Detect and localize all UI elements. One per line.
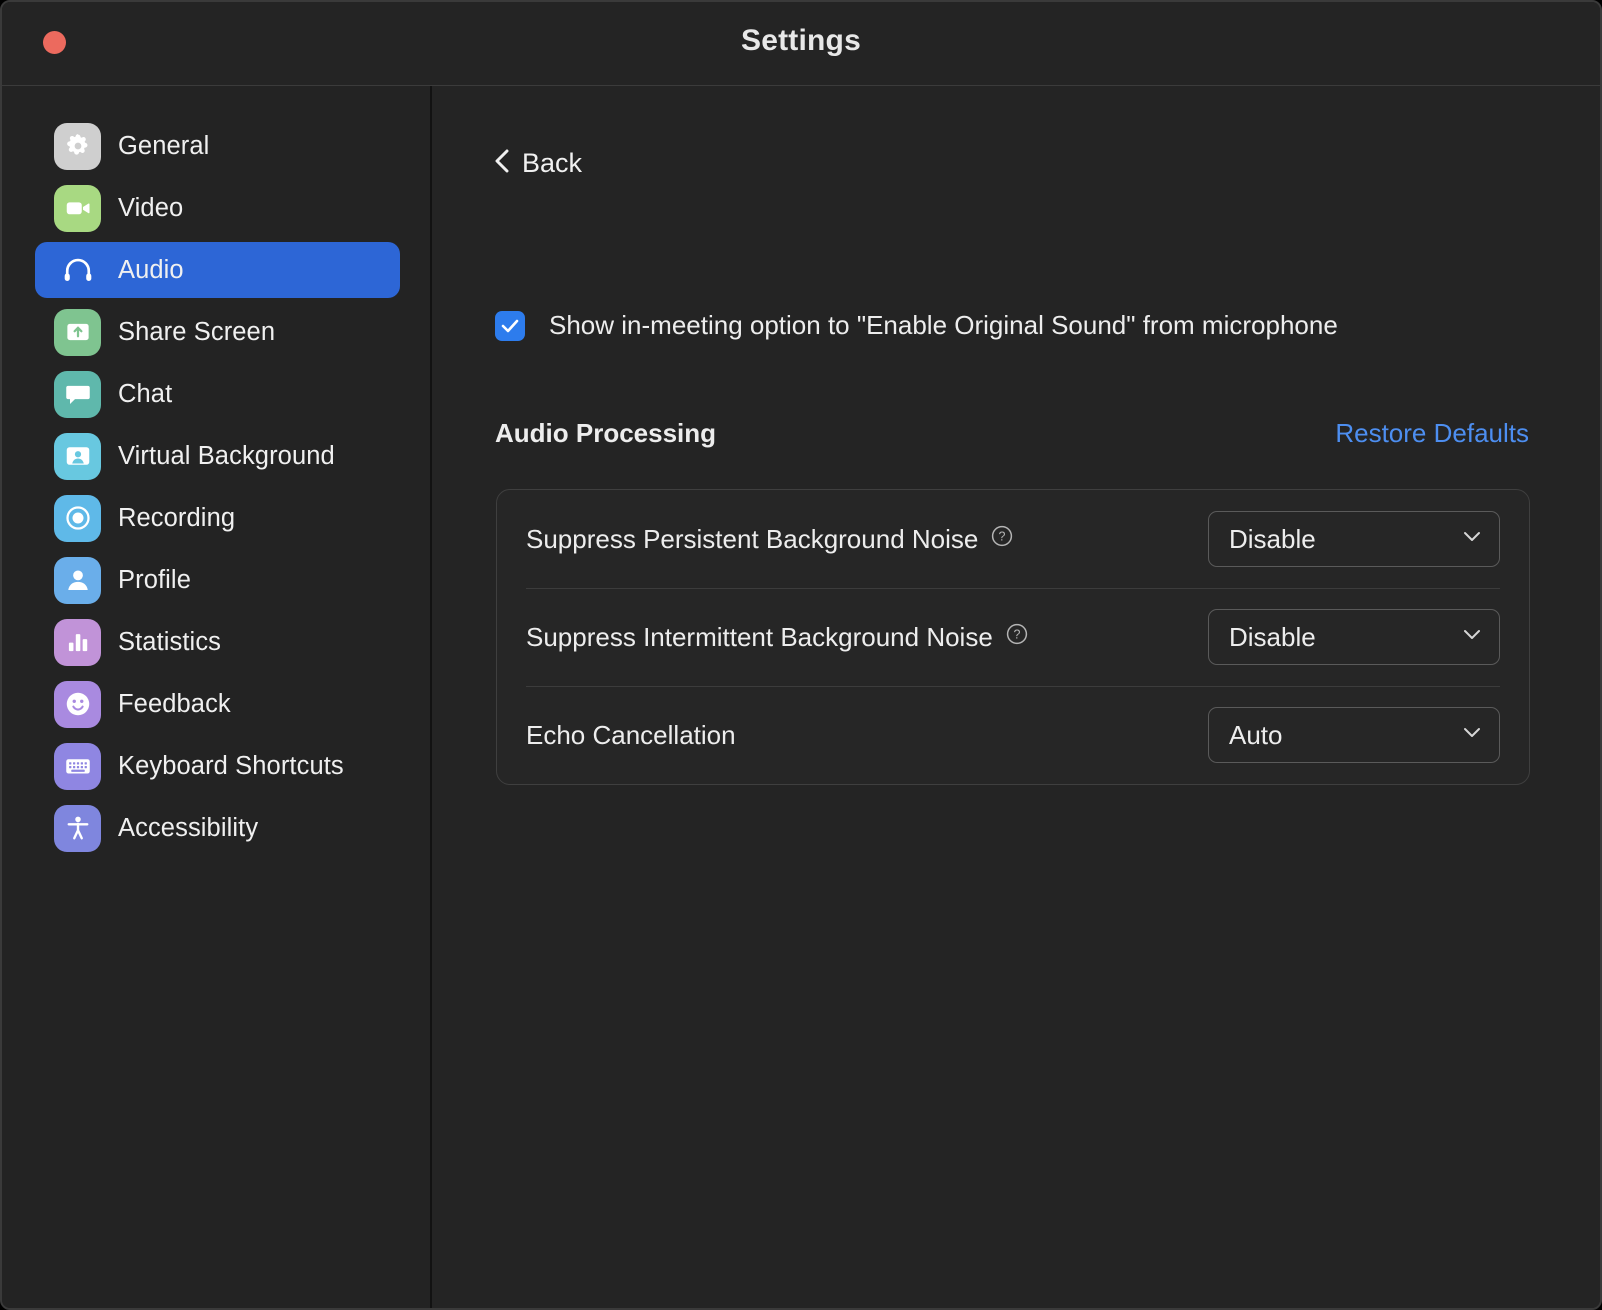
sidebar-item-general[interactable]: General xyxy=(35,118,400,174)
chevron-left-icon xyxy=(494,148,510,179)
keyboard-icon xyxy=(54,742,101,790)
sidebar-item-label: Keyboard Shortcuts xyxy=(118,751,344,780)
svg-text:?: ? xyxy=(1013,627,1020,641)
help-circle-icon[interactable]: ? xyxy=(1005,622,1029,653)
video-camera-icon xyxy=(54,184,101,232)
sidebar-item-statistics[interactable]: Statistics xyxy=(35,614,400,670)
record-circle-icon xyxy=(54,494,101,542)
setting-label: Suppress Persistent Background Noise xyxy=(526,523,979,554)
original-sound-checkbox[interactable] xyxy=(495,310,525,341)
svg-text:?: ? xyxy=(999,529,1006,543)
setting-row-label-group: Suppress Intermittent Background Noise? xyxy=(526,622,1029,653)
window-body: General Video Audio Share Screen Chat Virtual… xyxy=(2,86,1600,1308)
setting-row: Suppress Persistent Background Noise? Dis… xyxy=(526,490,1500,588)
sidebar-item-video[interactable]: Video xyxy=(35,180,400,236)
sidebar-item-label: Accessibility xyxy=(118,813,259,842)
setting-dropdown-value: Disable xyxy=(1229,523,1316,554)
chevron-down-icon xyxy=(1462,530,1482,548)
sidebar-item-label: General xyxy=(118,131,210,160)
section-title: Audio Processing xyxy=(495,418,717,448)
sidebar-item-label: Audio xyxy=(118,255,184,284)
original-sound-label: Show in-meeting option to "Enable Origin… xyxy=(549,310,1338,340)
accessibility-icon xyxy=(54,804,101,852)
sidebar-item-accessibility[interactable]: Accessibility xyxy=(35,800,400,856)
sidebar-item-label: Video xyxy=(118,193,184,222)
settings-window: Settings General Video Audio Share Screen Ch… xyxy=(0,0,1602,1310)
sidebar-item-profile[interactable]: Profile xyxy=(35,552,400,608)
sidebar-item-keyboard-shortcuts[interactable]: Keyboard Shortcuts xyxy=(35,738,400,794)
setting-label: Suppress Intermittent Background Noise xyxy=(526,621,993,652)
sidebar-item-recording[interactable]: Recording xyxy=(35,490,400,546)
restore-defaults-link[interactable]: Restore Defaults xyxy=(1335,418,1529,449)
setting-dropdown-value: Disable xyxy=(1229,621,1316,652)
person-icon xyxy=(54,556,101,604)
setting-dropdown-value: Auto xyxy=(1229,719,1283,750)
sidebar-item-label: Share Screen xyxy=(118,317,276,346)
back-label: Back xyxy=(522,148,583,178)
chevron-down-icon xyxy=(1462,628,1482,646)
settings-content-panel: Back Show in-meeting option to "Enable O… xyxy=(432,86,1600,1308)
setting-row: Echo Cancellation Auto xyxy=(526,686,1500,784)
sidebar-item-feedback[interactable]: Feedback xyxy=(35,676,400,732)
setting-row: Suppress Intermittent Background Noise? D… xyxy=(526,588,1500,686)
sidebar-item-label: Feedback xyxy=(118,689,231,718)
sidebar-item-label: Chat xyxy=(118,379,173,408)
setting-row-label-group: Echo Cancellation xyxy=(526,720,736,751)
sidebar-item-audio[interactable]: Audio xyxy=(35,242,400,298)
audio-processing-header: Audio Processing Restore Defaults xyxy=(495,418,1529,449)
settings-sidebar: General Video Audio Share Screen Chat Virtual… xyxy=(2,86,432,1308)
sidebar-item-label: Virtual Background xyxy=(118,441,335,470)
sidebar-item-label: Recording xyxy=(118,503,236,532)
audio-processing-card: Suppress Persistent Background Noise? Dis… xyxy=(496,489,1530,785)
sidebar-item-label: Statistics xyxy=(118,627,222,656)
gear-icon xyxy=(54,122,101,170)
setting-dropdown[interactable]: Disable xyxy=(1208,609,1500,665)
bar-chart-icon xyxy=(54,618,101,666)
back-button[interactable]: Back xyxy=(494,148,582,179)
sidebar-item-virtual-background[interactable]: Virtual Background xyxy=(35,428,400,484)
sidebar-item-label: Profile xyxy=(118,565,191,594)
page-title: Settings xyxy=(741,24,861,57)
setting-row-label-group: Suppress Persistent Background Noise? xyxy=(526,524,1014,555)
chat-bubble-icon xyxy=(54,370,101,418)
sidebar-item-share-screen[interactable]: Share Screen xyxy=(35,304,400,360)
original-sound-setting[interactable]: Show in-meeting option to "Enable Origin… xyxy=(495,310,1338,341)
sidebar-item-chat[interactable]: Chat xyxy=(35,366,400,422)
smiley-face-icon xyxy=(54,680,101,728)
person-frame-icon xyxy=(54,432,101,480)
setting-label: Echo Cancellation xyxy=(526,719,736,750)
setting-dropdown[interactable]: Disable xyxy=(1208,511,1500,567)
share-screen-icon xyxy=(54,308,101,356)
headphones-icon xyxy=(54,247,101,294)
title-bar: Settings xyxy=(2,2,1600,86)
setting-dropdown[interactable]: Auto xyxy=(1208,707,1500,763)
chevron-down-icon xyxy=(1462,726,1482,744)
help-circle-icon[interactable]: ? xyxy=(990,524,1014,555)
checkmark-icon xyxy=(501,319,519,332)
